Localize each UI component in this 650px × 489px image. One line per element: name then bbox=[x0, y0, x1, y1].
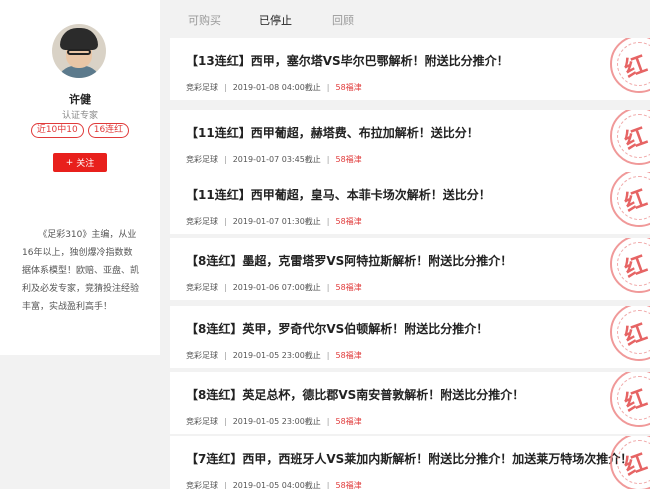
expert-sidebar: 许健 认证专家 近10中10 16连红 + 关注 《足彩310》主编，从业16年… bbox=[0, 0, 160, 355]
article-price: 58福津 bbox=[335, 155, 362, 164]
separator: | bbox=[224, 417, 227, 426]
expert-name: 许健 bbox=[69, 93, 91, 106]
win-stamp-icon: 红 bbox=[610, 306, 650, 361]
article-category: 竞彩足球 bbox=[186, 417, 218, 426]
article-meta: 竞彩足球 | 2019-01-07 01:30截止 | 58福津 bbox=[186, 216, 362, 227]
article-meta: 竞彩足球 | 2019-01-05 23:00截止 | 58福津 bbox=[186, 416, 362, 427]
article-title[interactable]: 【8连红】英甲，罗奇代尔VS伯顿解析！附送比分推介！ bbox=[186, 320, 488, 337]
article-price: 58福津 bbox=[335, 417, 362, 426]
win-stamp-icon: 红 bbox=[610, 110, 650, 165]
article-category: 竞彩足球 bbox=[186, 217, 218, 226]
badge-row: 近10中10 16连红 bbox=[0, 123, 160, 138]
expert-bio: 《足彩310》主编，从业16年以上，独创爆冷指数数据体系模型！欧赔、亚盘、凯利及… bbox=[22, 230, 140, 312]
tab-review[interactable]: 回顾 bbox=[332, 12, 354, 28]
article-deadline: 2019-01-05 23:00截止 bbox=[232, 417, 321, 426]
article-item[interactable]: 【8连红】英甲，罗奇代尔VS伯顿解析！附送比分推介！ 竞彩足球 | 2019-01-… bbox=[170, 306, 650, 368]
article-item[interactable]: 【13连红】西甲，塞尔塔VS毕尔巴鄂解析！附送比分推介！ 竞彩足球 | 2019-0… bbox=[170, 38, 650, 100]
article-category: 竞彩足球 bbox=[186, 481, 218, 489]
article-deadline: 2019-01-05 23:00截止 bbox=[232, 351, 321, 360]
follow-button[interactable]: + 关注 bbox=[53, 153, 107, 172]
win-stamp-icon: 红 bbox=[610, 172, 650, 227]
record-badge: 近10中10 bbox=[30, 123, 84, 138]
avatar-glasses bbox=[67, 49, 91, 55]
article-item[interactable]: 【11连红】西甲葡超，皇马、本菲卡场次解析！送比分！ 竞彩足球 | 2019-01-… bbox=[170, 172, 650, 234]
separator: | bbox=[224, 283, 227, 292]
article-category: 竞彩足球 bbox=[186, 283, 218, 292]
article-meta: 竞彩足球 | 2019-01-08 04:00截止 | 58福津 bbox=[186, 82, 362, 93]
separator: | bbox=[326, 417, 330, 426]
article-title[interactable]: 【8连红】墨超，克雷塔罗VS阿特拉斯解析！附送比分推介！ bbox=[186, 252, 512, 269]
article-price: 58福津 bbox=[335, 83, 362, 92]
article-deadline: 2019-01-06 07:00截止 bbox=[232, 283, 321, 292]
avatar-hair bbox=[60, 28, 98, 50]
article-meta: 竞彩足球 | 2019-01-05 23:00截止 | 58福津 bbox=[186, 350, 362, 361]
article-price: 58福津 bbox=[335, 351, 362, 360]
article-item[interactable]: 【8连红】英足总杯，德比郡VS南安普敦解析！附送比分推介！ 竞彩足球 | 2019-… bbox=[170, 372, 650, 434]
article-deadline: 2019-01-08 04:00截止 bbox=[232, 83, 321, 92]
tab-bar: 可购买 已停止 回顾 bbox=[170, 0, 650, 38]
win-stamp-icon: 红 bbox=[610, 372, 650, 427]
article-title[interactable]: 【8连红】英足总杯，德比郡VS南安普敦解析！附送比分推介！ bbox=[186, 386, 524, 403]
article-meta: 竞彩足球 | 2019-01-07 03:45截止 | 58福津 bbox=[186, 154, 362, 165]
article-price: 58福津 bbox=[335, 283, 362, 292]
article-item[interactable]: 【8连红】墨超，克雷塔罗VS阿特拉斯解析！附送比分推介！ 竞彩足球 | 2019-0… bbox=[170, 238, 650, 300]
separator: | bbox=[326, 83, 330, 92]
win-stamp-icon: 红 bbox=[610, 436, 650, 489]
follow-label: 关注 bbox=[76, 159, 95, 169]
separator: | bbox=[224, 155, 227, 164]
article-title[interactable]: 【13连红】西甲，塞尔塔VS毕尔巴鄂解析！附送比分推介！ bbox=[186, 52, 509, 69]
separator: | bbox=[326, 481, 330, 489]
article-title[interactable]: 【11连红】西甲葡超，皇马、本菲卡场次解析！送比分！ bbox=[186, 186, 491, 203]
avatar[interactable] bbox=[52, 24, 106, 78]
separator: | bbox=[326, 351, 330, 360]
separator: | bbox=[326, 283, 330, 292]
win-stamp-icon: 红 bbox=[610, 238, 650, 293]
article-category: 竞彩足球 bbox=[186, 155, 218, 164]
separator: | bbox=[224, 351, 227, 360]
win-stamp-icon: 红 bbox=[610, 38, 650, 93]
streak-badge: 16连红 bbox=[87, 123, 130, 138]
article-meta: 竞彩足球 | 2019-01-05 04:00截止 | 58福津 bbox=[186, 480, 362, 489]
separator: | bbox=[224, 481, 227, 489]
tab-stopped[interactable]: 已停止 bbox=[259, 12, 292, 28]
article-category: 竞彩足球 bbox=[186, 83, 218, 92]
article-deadline: 2019-01-07 03:45截止 bbox=[232, 155, 321, 164]
article-deadline: 2019-01-07 01:30截止 bbox=[232, 217, 321, 226]
article-item[interactable]: 【7连红】西甲，西班牙人VS莱加内斯解析！附送比分推介！加送莱万特场次推介！ 竞… bbox=[170, 436, 650, 489]
separator: | bbox=[224, 83, 227, 92]
separator: | bbox=[326, 217, 330, 226]
article-category: 竞彩足球 bbox=[186, 351, 218, 360]
article-price: 58福津 bbox=[335, 217, 362, 226]
article-price: 58福津 bbox=[335, 481, 362, 489]
tab-available[interactable]: 可购买 bbox=[188, 12, 221, 28]
plus-icon: + bbox=[65, 157, 74, 168]
article-title[interactable]: 【7连红】西甲，西班牙人VS莱加内斯解析！附送比分推介！加送莱万特场次推介！ bbox=[186, 450, 632, 467]
article-title[interactable]: 【11连红】西甲葡超，赫塔费、布拉加解析！送比分！ bbox=[186, 124, 479, 141]
separator: | bbox=[224, 217, 227, 226]
article-item[interactable]: 【11连红】西甲葡超，赫塔费、布拉加解析！送比分！ 竞彩足球 | 2019-01-0… bbox=[170, 110, 650, 172]
expert-title: 认证专家 bbox=[61, 111, 98, 121]
article-deadline: 2019-01-05 04:00截止 bbox=[232, 481, 321, 489]
article-meta: 竞彩足球 | 2019-01-06 07:00截止 | 58福津 bbox=[186, 282, 362, 293]
separator: | bbox=[326, 155, 330, 164]
